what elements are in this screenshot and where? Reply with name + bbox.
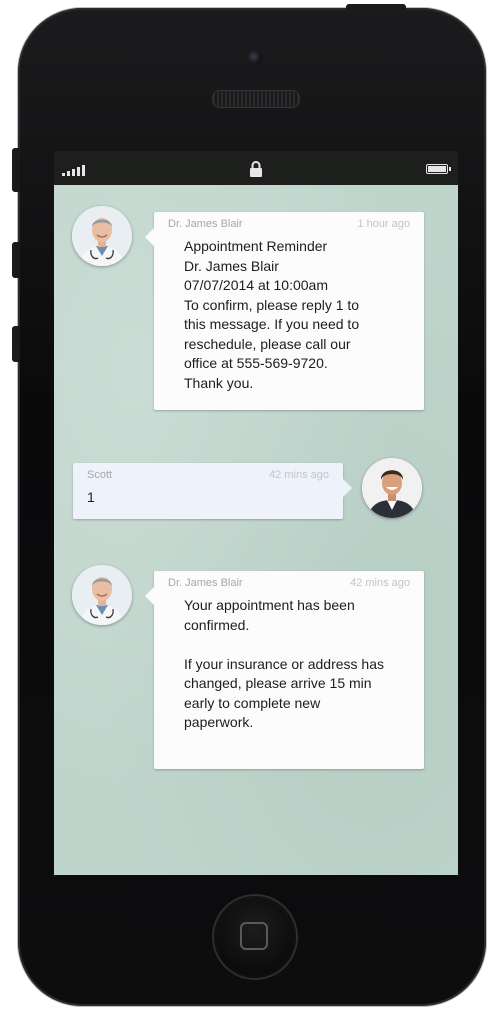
user-portrait-icon xyxy=(362,458,422,518)
doctor-portrait-icon xyxy=(72,206,132,266)
doctor-avatar[interactable] xyxy=(72,565,132,625)
power-button xyxy=(346,4,406,10)
doctor-avatar[interactable] xyxy=(72,206,132,266)
mute-switch xyxy=(12,148,20,192)
message-text: Your appointment has been confirmed. If … xyxy=(184,597,384,730)
message-bubble[interactable]: Dr. James Blair 1 hour ago Appointment R… xyxy=(145,212,424,410)
message-timestamp: 1 hour ago xyxy=(357,218,410,230)
phone-frame: Dr. James Blair 1 hour ago Appointment R… xyxy=(12,4,486,1006)
user-avatar[interactable] xyxy=(362,458,422,518)
message-timestamp: 42 mins ago xyxy=(350,577,410,589)
screen: Dr. James Blair 1 hour ago Appointment R… xyxy=(54,151,458,875)
status-bar xyxy=(54,151,458,185)
message-sender: Dr. James Blair xyxy=(168,218,243,230)
home-square-icon xyxy=(240,922,268,950)
home-button[interactable] xyxy=(214,896,296,978)
message-text: 1 xyxy=(87,489,95,505)
lock-icon xyxy=(250,161,262,177)
doctor-portrait-icon xyxy=(72,565,132,625)
signal-bars-icon xyxy=(62,164,85,176)
battery-icon xyxy=(426,164,451,174)
volume-up-button xyxy=(12,242,20,278)
message-timestamp: 42 mins ago xyxy=(269,469,329,481)
message-sender: Dr. James Blair xyxy=(168,577,243,589)
message-sender: Scott xyxy=(87,469,113,481)
front-camera xyxy=(248,51,262,65)
earpiece-speaker xyxy=(212,90,300,108)
message-text: Appointment Reminder Dr. James Blair 07/… xyxy=(184,238,360,391)
message-bubble[interactable]: Dr. James Blair 42 mins ago Your appoint… xyxy=(145,571,424,769)
message-bubble[interactable]: Scott 42 mins ago 1 xyxy=(73,463,352,519)
volume-down-button xyxy=(12,326,20,362)
